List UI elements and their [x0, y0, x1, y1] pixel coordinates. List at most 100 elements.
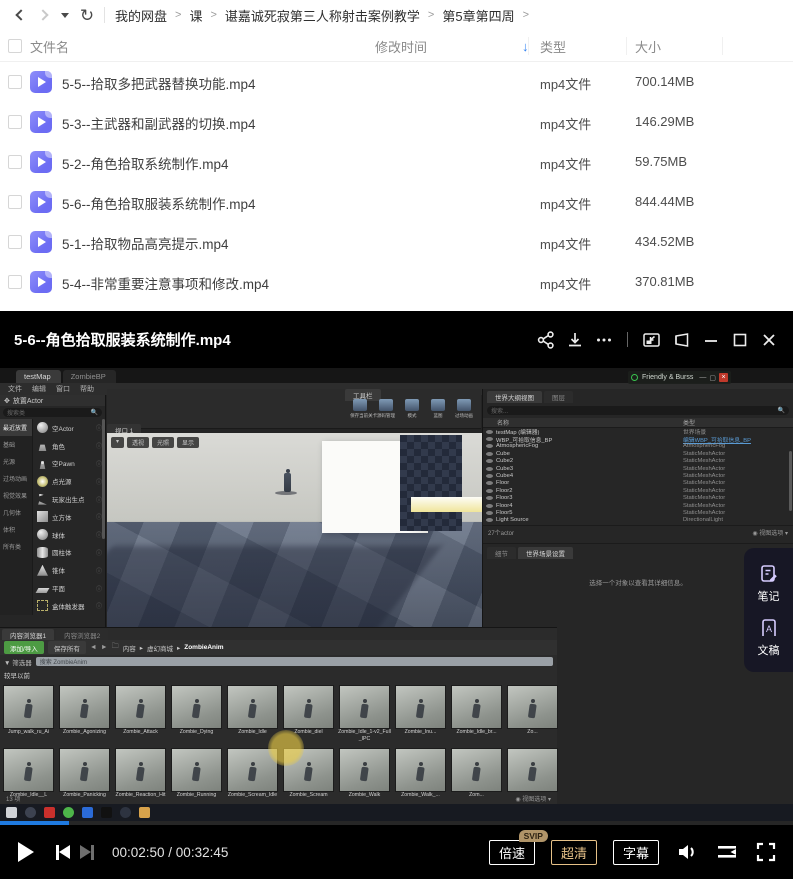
more-icon[interactable]	[594, 330, 614, 350]
visibility-eye-icon	[486, 452, 493, 456]
details-tab: 细节	[487, 547, 516, 559]
row-checkbox[interactable]	[8, 195, 22, 209]
breadcrumb-item[interactable]: 我的网盘	[115, 6, 167, 25]
place-actor-label: 玩家出生点	[52, 494, 92, 504]
asset-thumbnail: Zombie_Idle_1-v2_Full_IPC	[338, 685, 391, 747]
breadcrumb-item[interactable]: 谌嘉诚死寂第三人称射击案例教学	[225, 6, 420, 25]
visibility-eye-icon	[486, 518, 493, 522]
notes-button[interactable]: 笔记	[758, 563, 780, 604]
viewport-chip: 显示	[177, 437, 199, 448]
file-type: mp4文件	[540, 274, 591, 293]
asset-name: Zombie_Agonizing	[58, 729, 111, 742]
row-checkbox[interactable]	[8, 235, 22, 249]
picture-in-picture-icon[interactable]	[641, 330, 662, 350]
column-modified[interactable]: 修改时间	[375, 30, 427, 62]
magnifier-icon: 🔍	[778, 407, 785, 414]
column-name[interactable]: 文件名	[30, 30, 69, 62]
file-type: mp4文件	[540, 194, 591, 213]
asset-thumbnail: Zombie_Inu...	[394, 685, 447, 747]
file-row[interactable]: 5-2--角色拾取系统制作.mp4mp4文件59.75MB	[0, 142, 793, 182]
character-icon	[37, 440, 48, 451]
row-checkbox[interactable]	[8, 115, 22, 129]
pawn-icon	[37, 458, 48, 469]
place-actor-label: 立方体	[52, 512, 92, 522]
volume-icon[interactable]	[675, 841, 699, 863]
row-checkbox[interactable]	[8, 275, 22, 289]
visibility-eye-icon	[486, 459, 493, 463]
file-row[interactable]: 5-4--非常重要注意事项和修改.mp4mp4文件370.81MB	[0, 262, 793, 302]
play-button[interactable]	[18, 842, 34, 862]
content-path-item: ZombieAnim	[184, 644, 223, 651]
row-checkbox[interactable]	[8, 75, 22, 89]
share-icon[interactable]	[536, 330, 556, 350]
column-divider	[626, 37, 627, 55]
file-name: 5-5--拾取多把武器替换功能.mp4	[62, 73, 256, 93]
file-row[interactable]: 5-6--角色拾取服装系统制作.mp4mp4文件844.44MB	[0, 182, 793, 222]
speed-button[interactable]: 倍速 SVIP	[489, 840, 535, 865]
divider	[104, 7, 105, 23]
column-size[interactable]: 大小	[635, 30, 661, 62]
file-row[interactable]: 5-1--拾取物品高亮提示.mp4mp4文件434.52MB	[0, 222, 793, 262]
outliner-row: Cube3StaticMeshActor	[483, 465, 793, 472]
player-controls: 00:02:50 / 00:32:45 倍速 SVIP 超清 字幕	[0, 825, 793, 879]
fullscreen-icon[interactable]	[755, 841, 777, 863]
ue-tab-blueprint: ZombieBP	[63, 370, 116, 383]
viewport-chip: ▾	[111, 437, 124, 448]
outliner-actor-name: Floor4	[496, 503, 683, 509]
outliner-actor-count: 27个actor	[488, 528, 514, 537]
select-all-checkbox[interactable]	[8, 39, 22, 53]
file-size: 59.75MB	[635, 154, 687, 169]
file-row[interactable]: 5-3--主武器和副武器的切换.mp4mp4文件146.29MB	[0, 102, 793, 142]
plane-icon	[36, 588, 50, 593]
place-actors-icon: ✥	[4, 397, 10, 405]
outliner-actor-type: StaticMeshActor	[683, 451, 793, 457]
outliner-actor-type: StaticMeshActor	[683, 458, 793, 464]
place-actor-label: 圆柱体	[52, 547, 92, 557]
previous-button[interactable]	[56, 845, 70, 860]
asset-preview-image	[451, 685, 502, 729]
file-type: mp4文件	[540, 234, 591, 253]
transcript-button[interactable]: A 文稿	[758, 617, 780, 658]
breadcrumb-item[interactable]: 第5章第四周	[442, 6, 514, 25]
outliner-actor-name: Cube4	[496, 473, 683, 479]
ue-menu-item: 编辑	[32, 384, 46, 394]
next-button[interactable]	[80, 845, 94, 860]
ue-toolbar-button-label: 模式	[402, 412, 422, 418]
place-category: 视觉效果	[0, 487, 32, 504]
visibility-eye-icon	[486, 437, 493, 441]
subtitle-button[interactable]: 字幕	[613, 840, 659, 865]
place-actors-title: 放置Actor	[13, 396, 43, 406]
history-dropdown-button[interactable]	[54, 4, 76, 26]
outliner-actor-name: WBP_可拾取信息_BP	[496, 435, 683, 444]
ue-toolbar-button: 源码管理	[375, 399, 397, 419]
content-search-input: 搜索 ZombieAnim	[36, 657, 553, 666]
ue-toolbar-button-label: 源码管理	[376, 412, 396, 418]
back-button[interactable]	[10, 4, 32, 26]
close-icon[interactable]	[759, 330, 779, 350]
info-icon: ⓘ	[96, 601, 102, 610]
minimize-icon[interactable]	[701, 330, 721, 350]
transcript-icon: A	[758, 617, 780, 639]
row-checkbox[interactable]	[8, 155, 22, 169]
sort-descending-icon[interactable]: ↓	[514, 30, 529, 62]
playlist-icon[interactable]	[715, 841, 739, 863]
visibility-eye-icon	[486, 474, 493, 478]
ue-menu-item: 窗口	[56, 384, 70, 394]
breadcrumb: 我的网盘>课>谌嘉诚死寂第三人称射击案例教学>第5章第四周>	[115, 6, 529, 25]
file-row[interactable]: 5-5--拾取多把武器替换功能.mp4mp4文件700.14MB	[0, 62, 793, 102]
breadcrumb-item[interactable]: 课	[189, 6, 202, 25]
forward-button[interactable]	[32, 4, 54, 26]
mini-player-icon[interactable]	[671, 330, 692, 350]
download-icon[interactable]	[565, 330, 585, 350]
video-frame[interactable]: U testMap ZombieBP 文件编辑窗口帮助 ✥放置Actor 搜索类…	[0, 368, 793, 821]
asset-count: 13 项	[6, 794, 20, 803]
back-arrow-icon	[15, 9, 26, 20]
quality-button[interactable]: 超清	[551, 840, 597, 865]
time-display: 00:02:50 / 00:32:45	[112, 845, 228, 860]
column-type[interactable]: 类型	[540, 30, 566, 62]
refresh-button[interactable]: ↻	[76, 4, 98, 26]
outliner-tab: 世界大纲视图	[487, 391, 542, 403]
asset-preview-image	[115, 748, 166, 792]
maximize-icon[interactable]	[730, 330, 750, 350]
asset-preview-image	[507, 748, 558, 792]
